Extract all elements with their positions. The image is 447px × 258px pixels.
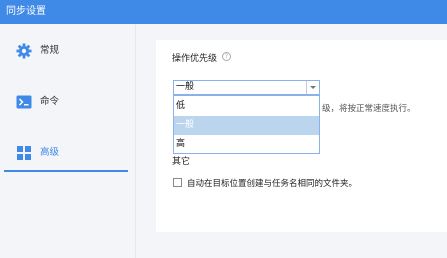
grid-icon [16, 145, 32, 161]
gear-icon [16, 43, 32, 59]
window-title: 同步设置 [6, 6, 46, 17]
create-folder-checkbox[interactable] [173, 178, 182, 187]
priority-select[interactable]: 一般 [173, 80, 320, 95]
priority-dropdown-list: 低 一般 高 [173, 95, 320, 154]
other-section-title: 其它 [172, 157, 191, 167]
priority-section-title: 操作优先级 [172, 54, 218, 64]
window-titlebar: 同步设置 [0, 0, 447, 24]
sidebar-item-label: 命令 [40, 96, 60, 107]
sidebar-item-advanced[interactable]: 高级 [0, 138, 136, 172]
help-icon[interactable]: ? [222, 52, 231, 61]
priority-select-value: 一般 [176, 82, 195, 92]
priority-option-normal[interactable]: 一般 [174, 116, 319, 135]
sidebar-item-label: 常规 [40, 45, 60, 56]
sidebar-item-command[interactable]: 命令 [0, 87, 136, 117]
create-folder-label[interactable]: 自动在目标位置创建与任务名相同的文件夹。 [187, 177, 357, 189]
sidebar: 常规 命令 高级 [0, 24, 136, 258]
terminal-icon [16, 94, 32, 110]
sidebar-item-label: 高级 [40, 147, 60, 158]
sidebar-item-general[interactable]: 常规 [0, 36, 136, 66]
chevron-down-icon[interactable] [306, 81, 319, 94]
priority-option-low[interactable]: 低 [174, 97, 319, 116]
priority-description: 级，将按正常速度执行。 [322, 104, 416, 114]
priority-option-high[interactable]: 高 [174, 135, 319, 154]
